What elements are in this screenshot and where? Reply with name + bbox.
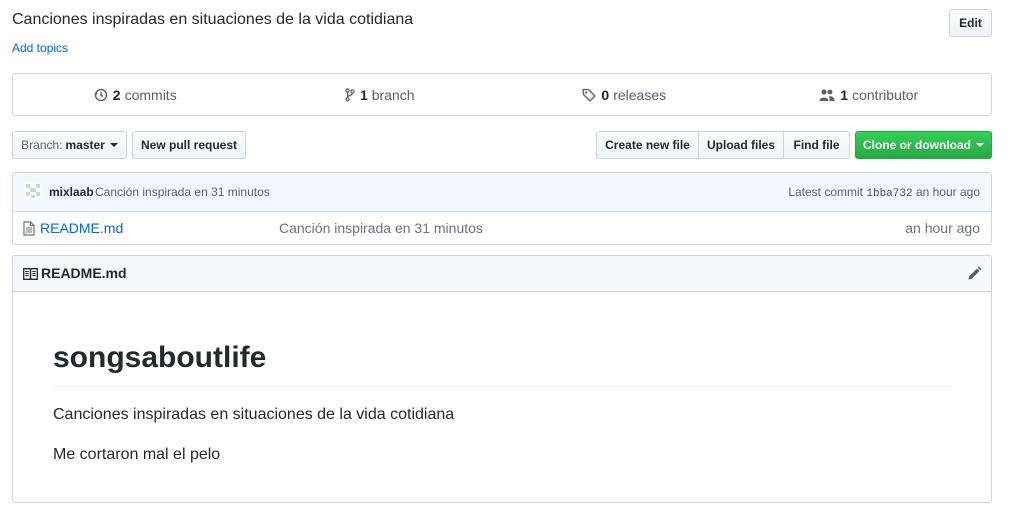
clone-label: Clone or download [863, 138, 971, 152]
readme-content: songsaboutlife Canciones inspiradas en s… [13, 340, 991, 467]
caret-down-icon [976, 143, 984, 147]
readme-header: README.md [13, 256, 991, 292]
repo-meta: Canciones inspiradas en situaciones de l… [0, 0, 1012, 62]
book-icon [23, 268, 38, 280]
new-pull-request-button[interactable]: New pull request [132, 131, 246, 159]
readme-box: README.md songsaboutlife Canciones inspi… [12, 255, 992, 503]
file-navigation: Branch: master New pull request Create n… [12, 131, 992, 159]
branches-count: 1 [359, 86, 368, 103]
commit-age: an hour ago [915, 185, 980, 199]
contributors-label: contributor [852, 86, 919, 103]
avatar[interactable] [24, 182, 42, 200]
branch-icon [345, 87, 355, 102]
commits-count: 2 [112, 86, 121, 103]
latest-commit-label: Latest commit [788, 185, 864, 199]
table-row: README.md Canción inspirada en 31 minuto… [13, 212, 991, 244]
file-list: mixlaab Canción inspirada en 31 minutos … [12, 172, 992, 245]
history-icon [94, 88, 107, 101]
branch-select-button[interactable]: Branch: master [12, 131, 127, 159]
tag-icon [582, 88, 597, 102]
find-file-button[interactable]: Find file [783, 131, 850, 159]
branch-name: master [65, 138, 105, 152]
file-commit-message[interactable]: Canción inspirada en 31 minutos [279, 220, 483, 236]
latest-commit: Latest commit 1bba732 an hour ago [788, 185, 980, 200]
file-icon [23, 221, 35, 236]
upload-files-button[interactable]: Upload files [698, 131, 784, 159]
file-name-link[interactable]: README.md [40, 220, 123, 236]
commit-message[interactable]: Canción inspirada en 31 minutos [95, 185, 270, 199]
commits-label: commits [124, 86, 177, 103]
file-age: an hour ago [905, 220, 980, 236]
edit-button[interactable]: Edit [949, 9, 992, 37]
contributors-count: 1 [840, 86, 849, 103]
commits-link[interactable]: 2 commits [13, 74, 258, 115]
readme-paragraph: Me cortaron mal el pelo [53, 446, 221, 463]
readme-heading: songsaboutlife [53, 340, 951, 387]
contributors-link[interactable]: 1 contributor [747, 74, 992, 115]
branches-label: branch [371, 86, 415, 103]
create-new-file-button[interactable]: Create new file [596, 131, 699, 159]
commit-author[interactable]: mixlaab [49, 185, 94, 199]
repo-description: Canciones inspiradas en situaciones de l… [12, 11, 414, 28]
commit-tease: mixlaab Canción inspirada en 31 minutos … [13, 173, 991, 212]
releases-link[interactable]: 0 releases [502, 74, 747, 115]
clone-or-download-button[interactable]: Clone or download [855, 131, 992, 159]
readme-filename: README.md [41, 265, 127, 281]
repo-summary-bar: 2 commits 1 branch 0 releases 1 contribu… [12, 73, 992, 116]
commit-sha[interactable]: 1bba732 [866, 188, 912, 200]
add-topics-link[interactable]: Add topics [12, 41, 68, 55]
releases-label: releases [613, 86, 667, 103]
branch-prefix: Branch: [21, 138, 63, 152]
readme-paragraph: Canciones inspiradas en situaciones de l… [53, 406, 455, 423]
releases-count: 0 [601, 86, 610, 103]
people-icon [819, 88, 835, 101]
branches-link[interactable]: 1 branch [258, 74, 503, 115]
pencil-icon[interactable] [967, 266, 982, 281]
caret-down-icon [109, 143, 118, 147]
